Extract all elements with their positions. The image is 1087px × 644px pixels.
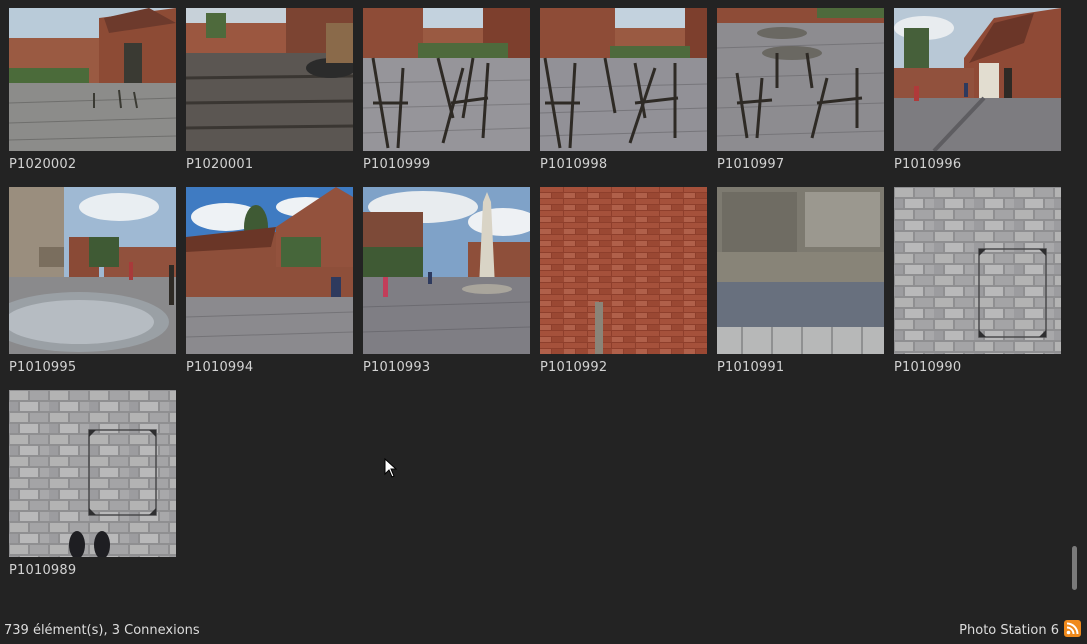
photo-thumbnail[interactable] — [363, 8, 530, 151]
photo-tile[interactable]: P1010989 — [9, 390, 176, 578]
photo-caption[interactable]: P1010997 — [717, 157, 884, 172]
item-count-status: 739 élément(s), 3 Connexions — [4, 623, 200, 638]
photo-tile[interactable]: P1010990 — [894, 187, 1061, 375]
photo-tile[interactable]: P1010996 — [894, 8, 1061, 172]
photo-tile[interactable]: P1020002 — [9, 8, 176, 172]
status-bar: 739 élément(s), 3 Connexions Photo Stati… — [0, 614, 1087, 644]
photo-thumbnail[interactable] — [9, 187, 176, 354]
photo-tile[interactable]: P1010994 — [186, 187, 353, 375]
photo-tile[interactable]: P1010997 — [717, 8, 884, 172]
photo-thumbnail[interactable] — [540, 8, 707, 151]
photo-thumbnail[interactable] — [717, 8, 884, 151]
photo-caption[interactable]: P1010994 — [186, 360, 353, 375]
photo-caption[interactable]: P1010996 — [894, 157, 1061, 172]
photo-tile[interactable]: P1010999 — [363, 8, 530, 172]
photo-caption[interactable]: P1010993 — [363, 360, 530, 375]
photo-thumbnail[interactable] — [186, 8, 353, 151]
photo-caption[interactable]: P1010998 — [540, 157, 707, 172]
photo-thumbnail[interactable] — [186, 187, 353, 354]
rss-icon[interactable] — [1064, 620, 1081, 637]
photo-tile[interactable]: P1020001 — [186, 8, 353, 172]
photo-thumbnail[interactable] — [9, 8, 176, 151]
app-name-label: Photo Station 6 — [959, 623, 1059, 638]
vertical-scrollbar[interactable] — [1072, 0, 1077, 600]
photo-tile[interactable]: P1010998 — [540, 8, 707, 172]
photo-tile[interactable]: P1010991 — [717, 187, 884, 375]
photo-grid-viewport: P1020002 P1020001 P1010999 P1010998 P101… — [0, 0, 1087, 614]
scrollbar-thumb[interactable] — [1072, 546, 1077, 590]
photo-thumbnail[interactable] — [9, 390, 176, 557]
photo-caption[interactable]: P1010992 — [540, 360, 707, 375]
photo-thumbnail[interactable] — [363, 187, 530, 354]
photo-caption[interactable]: P1010989 — [9, 563, 176, 578]
photo-tile[interactable]: P1010992 — [540, 187, 707, 375]
photo-caption[interactable]: P1020001 — [186, 157, 353, 172]
photo-tile[interactable]: P1010995 — [9, 187, 176, 375]
mouse-cursor-icon — [384, 458, 398, 478]
photo-caption[interactable]: P1020002 — [9, 157, 176, 172]
photo-thumbnail[interactable] — [894, 187, 1061, 354]
photo-thumbnail[interactable] — [540, 187, 707, 354]
photo-caption[interactable]: P1010999 — [363, 157, 530, 172]
photo-caption[interactable]: P1010990 — [894, 360, 1061, 375]
photo-thumbnail[interactable] — [894, 8, 1061, 151]
photo-thumbnail[interactable] — [717, 187, 884, 354]
photo-tile[interactable]: P1010993 — [363, 187, 530, 375]
photo-caption[interactable]: P1010995 — [9, 360, 176, 375]
photo-caption[interactable]: P1010991 — [717, 360, 884, 375]
